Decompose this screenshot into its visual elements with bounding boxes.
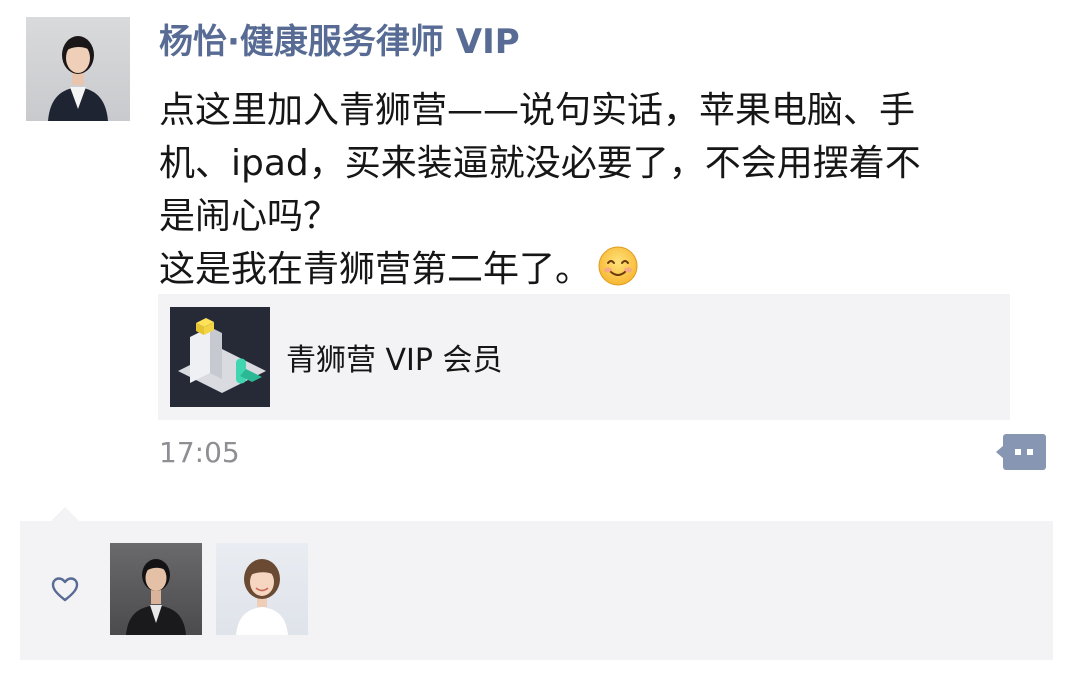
author-name[interactable]: 杨怡·健康服务律师 VIP: [159, 20, 520, 64]
author-avatar[interactable]: [26, 17, 130, 121]
post-body-line: 是闹心吗？: [159, 196, 340, 237]
heart-icon: [51, 577, 79, 602]
comment-dots-icon: [996, 434, 1046, 470]
post-body-line: 点这里加入青狮营——说句实话，苹果电脑、手: [159, 90, 916, 131]
liker-avatar-1[interactable]: [110, 543, 202, 635]
post-body: 点这里加入青狮营——说句实话，苹果电脑、手 机、ipad，买来装逼就没必要了，不…: [159, 84, 1039, 296]
post-body-line: 这是我在青狮营第二年了。: [159, 243, 1039, 296]
link-card-title: 青狮营 VIP 会员: [286, 343, 503, 378]
smiling-face-icon: [598, 246, 638, 286]
likes-pointer: [50, 507, 80, 522]
liker-avatar-2[interactable]: [216, 543, 308, 635]
app-logo-thumbnail: [170, 307, 270, 407]
link-card[interactable]: 青狮营 VIP 会员: [158, 294, 1010, 420]
author-avatar-image: [48, 36, 108, 121]
comment-button[interactable]: [996, 434, 1046, 470]
post-body-line-text: 这是我在青狮营第二年了。: [159, 249, 592, 290]
moments-post: 杨怡·健康服务律师 VIP 点这里加入青狮营——说句实话，苹果电脑、手 机、ip…: [0, 0, 1080, 675]
post-body-line: 机、ipad，买来装逼就没必要了，不会用摆着不: [159, 143, 921, 184]
post-time: 17:05: [159, 436, 240, 469]
likes-panel: [20, 521, 1053, 660]
